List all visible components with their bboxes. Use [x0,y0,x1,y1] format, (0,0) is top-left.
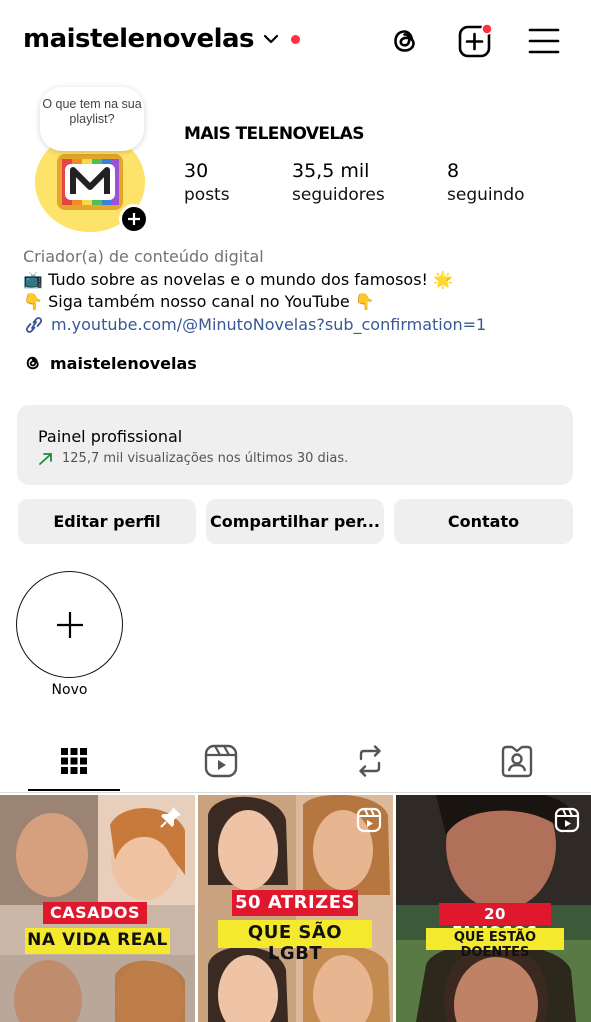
reel-icon [554,807,580,833]
dashboard-subtitle-row: 125,7 mil visualizações nos últimos 30 d… [38,451,573,466]
pointing-down-icon: 👇 [354,292,375,311]
bio-line-2: 👇 Siga também nosso canal no YouTube 👇 [23,291,486,314]
tagged-icon [501,745,533,778]
edit-profile-button[interactable]: Editar perfil [18,499,196,544]
tab-tagged[interactable] [471,730,563,792]
bio: Criador(a) de conteúdo digital 📺 Tudo so… [23,246,486,336]
post-caption-bottom: NA VIDA REAL [27,930,168,950]
chevron-down-icon [263,34,279,44]
threads-badge[interactable]: maistelenovelas [23,353,197,373]
tab-grid[interactable] [28,730,120,792]
professional-dashboard[interactable]: Painel profissional 125,7 mil visualizaç… [17,405,573,485]
grid-icon [61,748,87,774]
plus-icon [56,611,83,638]
stat-followers[interactable]: 35,5 mil seguidores [292,160,385,208]
stat-posts[interactable]: 30 posts [184,160,230,208]
pin-icon [160,807,181,828]
threads-icon[interactable] [387,23,423,59]
trending-up-icon [39,452,52,465]
username-title: maistelenovelas [23,24,255,54]
reposts-icon [359,745,381,777]
display-name: MAIS TELENOVELAS [184,124,364,144]
stat-posts-value: 30 [184,160,209,182]
grid-post[interactable]: CASADOS NA VIDA REAL [0,795,195,1022]
bio-line-1: 📺 Tudo sobre as novelas e o mundo dos fa… [23,269,486,292]
new-highlight-button[interactable] [16,571,123,678]
tv-icon: 📺 [23,269,43,289]
create-post-icon[interactable] [457,23,493,59]
contact-button[interactable]: Contato [394,499,573,544]
post-caption-top: 50 ATRIZES [235,892,355,913]
stat-following-label: seguindo [447,185,525,205]
bio-link[interactable]: m.youtube.com/@MinutoNovelas?sub_confirm… [23,314,486,337]
note-bubble[interactable]: O que tem na sua playlist? [40,87,144,151]
dashboard-title: Painel profissional [38,427,183,446]
bio-line-2-text: Siga também nosso canal no YouTube [48,292,350,311]
account-switcher[interactable]: maistelenovelas [23,24,301,54]
stat-posts-label: posts [184,185,230,205]
active-tab-indicator [28,789,120,791]
bio-line-1-text: Tudo sobre as novelas e o mundo dos famo… [48,269,428,289]
grid-post[interactable]: 50 ATRIZES QUE SÃO LGBT [198,795,393,1022]
pointing-down-icon: 👇 [23,292,43,311]
threads-small-icon [26,356,39,370]
top-bar: maistelenovelas [0,0,591,86]
grid-post[interactable]: 20 FAMOSOS QUE ESTÃO DOENTES [396,795,591,1022]
dashboard-subtitle: 125,7 mil visualizações nos últimos 30 d… [62,451,349,466]
reels-icon [204,744,238,778]
stat-followers-value: 35,5 mil [292,160,370,182]
menu-icon[interactable] [526,23,562,59]
plus-icon [128,213,140,225]
notification-dot [291,34,301,44]
link-icon [26,316,42,333]
new-highlight-label: Novo [51,682,88,698]
share-profile-button[interactable]: Compartilhar per... [206,499,384,544]
sun-icon: 🌟 [433,269,453,289]
reel-icon [356,807,382,833]
tabs-divider [0,792,591,793]
post-caption-bottom: QUE SÃO LGBT [247,922,343,964]
bio-link-text: m.youtube.com/@MinutoNovelas?sub_confirm… [51,314,487,334]
add-story-badge[interactable] [119,204,149,234]
tab-reels[interactable] [175,730,267,792]
post-caption-bottom: QUE ESTÃO DOENTES [453,930,537,960]
tab-reposts[interactable] [324,730,416,792]
post-caption-top: CASADOS [50,903,140,922]
stat-following-value: 8 [447,160,460,182]
category-label: Criador(a) de conteúdo digital [23,247,264,266]
stat-followers-label: seguidores [292,185,385,205]
threads-handle: maistelenovelas [50,353,197,373]
stat-following[interactable]: 8 seguindo [447,160,525,208]
